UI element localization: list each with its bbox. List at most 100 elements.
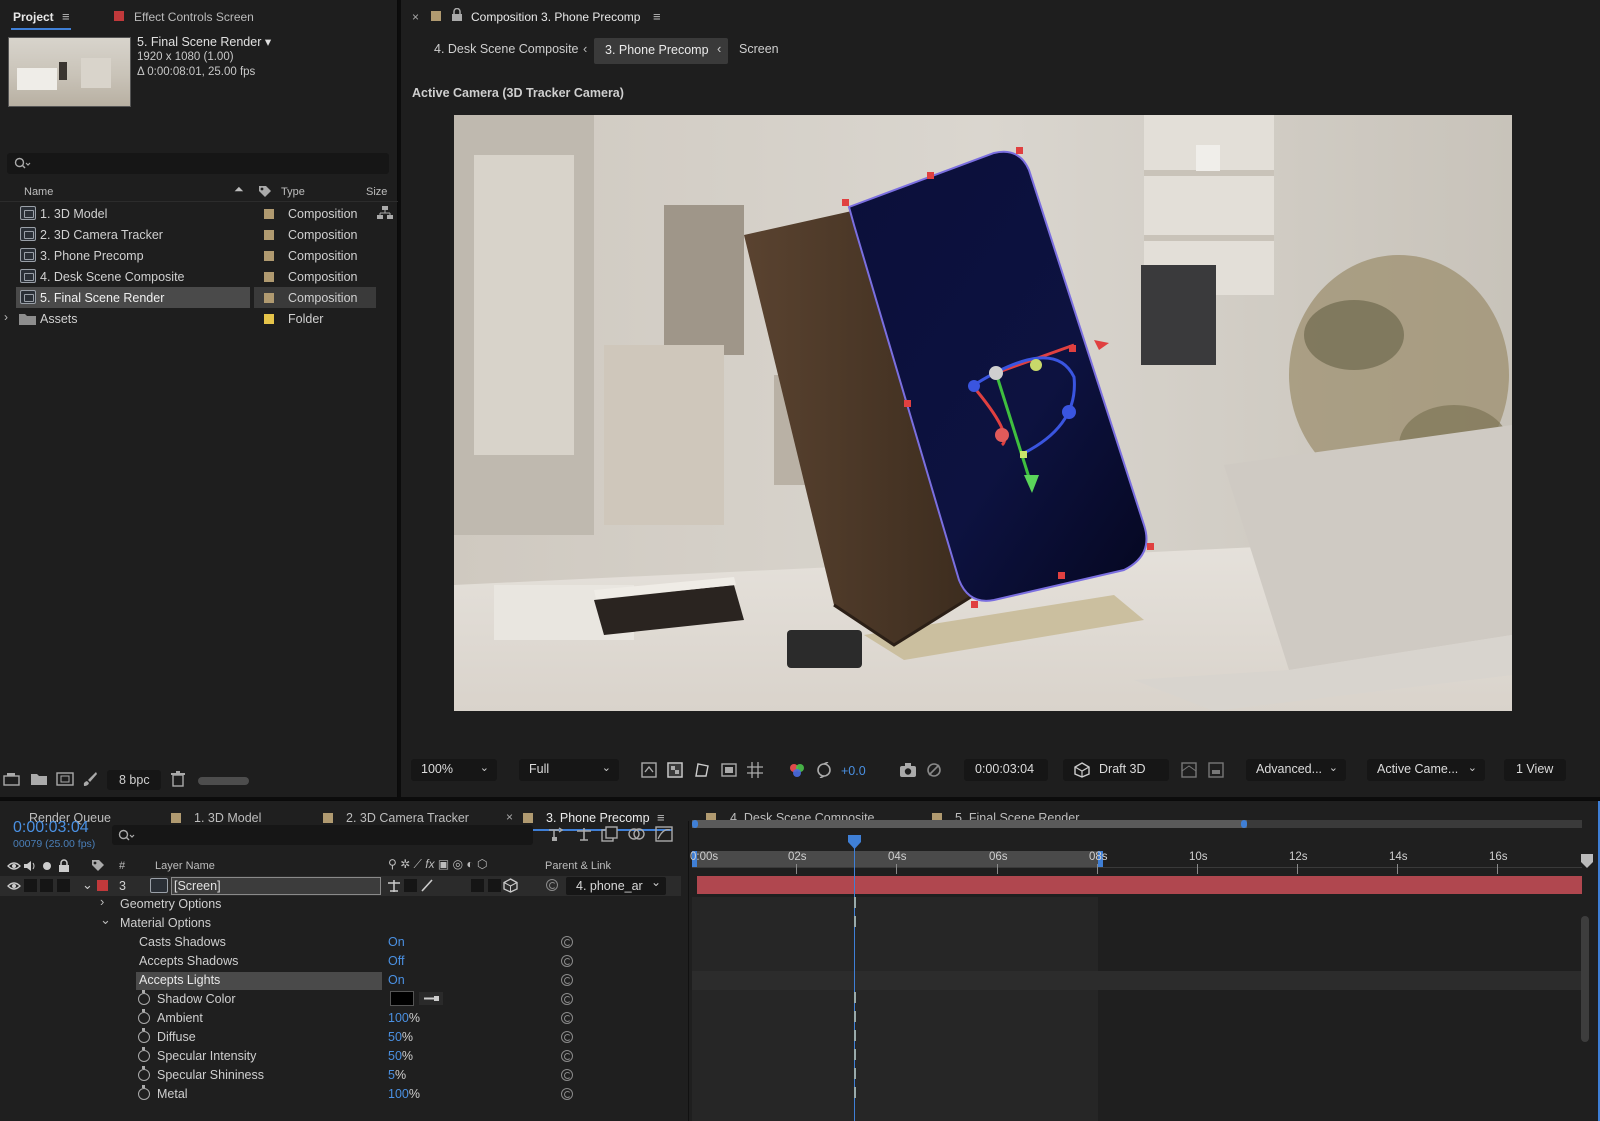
stopwatch-icon[interactable] (138, 1028, 150, 1043)
fast-previews-icon[interactable] (641, 762, 657, 778)
column-type[interactable]: Type (281, 186, 305, 198)
project-search-input[interactable] (7, 153, 389, 174)
quality-switch[interactable] (404, 879, 417, 892)
shadow-color-swatch[interactable] (390, 991, 414, 1006)
project-item-camera-tracker[interactable]: 2. 3D Camera Tracker Composition (0, 224, 398, 245)
graph-editor-icon[interactable] (655, 826, 673, 842)
resolution-dropdown[interactable]: Full ⌄ (519, 759, 619, 781)
brush-icon[interactable] (82, 771, 98, 787)
tab-3d-model[interactable]: 1. 3D Model (194, 811, 261, 825)
eye-icon[interactable] (7, 880, 21, 892)
close-tab-icon[interactable]: × (506, 810, 513, 824)
mask-visibility-icon[interactable] (694, 762, 710, 778)
panel-menu-icon[interactable]: ≡ (657, 810, 665, 825)
layer-label-swatch[interactable] (97, 880, 108, 891)
pick-whip-icon[interactable] (561, 993, 573, 1005)
collapse-transform-icon[interactable] (387, 879, 401, 893)
project-item-desk-scene-composite[interactable]: 4. Desk Scene Composite Composition (0, 266, 398, 287)
stopwatch-icon[interactable] (138, 1009, 150, 1024)
audio-icon[interactable] (23, 860, 37, 872)
advanced-dropdown[interactable]: Advanced... ⌄ (1246, 759, 1346, 781)
quality-slash-icon[interactable] (420, 878, 434, 893)
material-options-group[interactable]: Material Options (120, 916, 211, 930)
geometry-options-group[interactable]: Geometry Options (120, 897, 221, 911)
pick-whip-icon[interactable] (561, 936, 573, 948)
value-accepts-shadows[interactable]: Off (388, 954, 404, 968)
project-item-assets[interactable]: › Assets Folder (0, 308, 398, 329)
motion-blur-icon[interactable] (628, 826, 646, 842)
layer-row[interactable]: ⌄ 3 [Screen] 4. phone_ar ⌄ (0, 875, 681, 896)
flowchart-icon[interactable] (377, 206, 393, 220)
zoom-dropdown[interactable]: 100% ⌄ (411, 759, 497, 781)
new-composition-icon[interactable] (56, 772, 74, 786)
project-item-final-scene-render[interactable]: 5. Final Scene Render Composition (0, 287, 398, 308)
viewer-tab-title[interactable]: Composition 3. Phone Precomp (471, 10, 640, 24)
label-swatch[interactable] (264, 272, 274, 282)
stopwatch-icon[interactable] (138, 1047, 150, 1062)
layer-duration-bar[interactable] (697, 876, 1582, 894)
panel-menu-icon[interactable]: ≡ (653, 9, 661, 24)
label-swatch[interactable] (264, 209, 274, 219)
tab-phone-precomp[interactable]: 3. Phone Precomp (546, 811, 650, 825)
region-of-interest-icon[interactable] (721, 762, 737, 778)
navigator-range[interactable] (692, 820, 1247, 828)
snapshot-camera-icon[interactable] (899, 762, 917, 778)
show-snapshot-icon[interactable] (926, 762, 942, 778)
breadcrumb-screen[interactable]: Screen (739, 42, 779, 56)
column-size[interactable]: Size (366, 186, 387, 198)
motion-blur-switch[interactable] (471, 879, 484, 892)
frame-blending-icon[interactable] (601, 826, 619, 842)
tab-3d-camera-tracker[interactable]: 2. 3D Camera Tracker (346, 811, 469, 825)
exposure-value[interactable]: +0.0 (841, 764, 866, 778)
transparency-grid-icon[interactable] (667, 762, 683, 778)
chevron-right-icon[interactable]: › (100, 894, 104, 909)
vertical-scrollbar[interactable] (1581, 916, 1589, 1042)
chevron-down-icon[interactable]: ⌄ (100, 912, 111, 928)
column-name[interactable]: Name (24, 186, 53, 198)
3d-layer-cube-icon[interactable] (503, 878, 518, 893)
playhead-handle[interactable] (848, 835, 861, 849)
ground-plane-icon[interactable] (1208, 762, 1224, 778)
eyedropper-icon[interactable] (419, 992, 443, 1005)
stopwatch-icon[interactable] (138, 1085, 150, 1100)
tab-effect-controls[interactable]: Effect Controls Screen (134, 10, 254, 24)
bit-depth-button[interactable]: 8 bpc (107, 770, 161, 790)
solo-icon[interactable] (42, 861, 52, 871)
lock-toggle[interactable] (57, 879, 70, 892)
shy-layers-icon[interactable] (575, 826, 593, 842)
composition-flowchart-icon[interactable] (548, 826, 566, 842)
label-tag-icon[interactable] (91, 859, 105, 873)
pick-whip-icon[interactable] (561, 1012, 573, 1024)
pick-whip-icon[interactable] (561, 974, 573, 986)
color-channels-icon[interactable] (789, 762, 805, 778)
project-item-3d-model[interactable]: 1. 3D Model Composition (0, 203, 398, 224)
stopwatch-icon[interactable] (138, 1066, 150, 1081)
value-metal[interactable]: 100% (388, 1087, 420, 1101)
value-accepts-lights[interactable]: On (388, 973, 405, 987)
chevron-down-icon[interactable]: ⌄ (82, 877, 93, 893)
label-swatch[interactable] (264, 293, 274, 303)
reset-exposure-icon[interactable] (816, 762, 832, 778)
grid-guides-icon[interactable] (747, 762, 763, 778)
current-time-display[interactable]: 0:00:03:04 (964, 759, 1048, 781)
column-parent-link[interactable]: Parent & Link (545, 860, 611, 872)
navigator-end-handle[interactable] (1241, 820, 1247, 828)
audio-toggle[interactable] (24, 879, 37, 892)
chevron-right-icon[interactable]: › (4, 310, 8, 324)
value-diffuse[interactable]: 50% (388, 1030, 413, 1044)
current-time[interactable]: 0:00:03:04 (13, 819, 89, 837)
pick-whip-icon[interactable] (561, 1031, 573, 1043)
value-specular-shininess[interactable]: 5% (388, 1068, 406, 1082)
label-swatch[interactable] (264, 251, 274, 261)
label-swatch[interactable] (264, 314, 274, 324)
thumbnail-size-slider[interactable] (198, 777, 249, 785)
pick-whip-icon[interactable] (561, 1088, 573, 1100)
label-tag-icon[interactable] (258, 185, 272, 199)
pick-whip-icon[interactable] (561, 1069, 573, 1081)
new-folder-icon[interactable] (31, 772, 47, 786)
panel-menu-icon[interactable]: ≡ (62, 9, 70, 24)
solo-toggle[interactable] (40, 879, 53, 892)
breadcrumb-desk-scene[interactable]: 4. Desk Scene Composite (434, 42, 579, 56)
trash-icon[interactable] (171, 771, 185, 787)
value-casts-shadows[interactable]: On (388, 935, 405, 949)
